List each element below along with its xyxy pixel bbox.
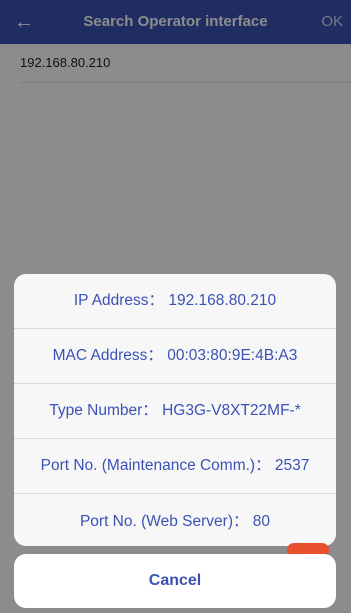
type-number-row[interactable]: Type Number： HG3G-V8XT22MF-*	[14, 384, 336, 439]
maintenance-port-row[interactable]: Port No. (Maintenance Comm.)： 2537	[14, 439, 336, 494]
ip-address-row[interactable]: IP Address： 192.168.80.210	[14, 274, 336, 329]
web-server-port-row[interactable]: Port No. (Web Server)： 80	[14, 494, 336, 546]
cancel-button[interactable]: Cancel	[14, 554, 336, 608]
mac-address-row[interactable]: MAC Address： 00:03:80:9E:4B:A3	[14, 329, 336, 384]
action-sheet: IP Address： 192.168.80.210 MAC Address： …	[14, 274, 336, 546]
